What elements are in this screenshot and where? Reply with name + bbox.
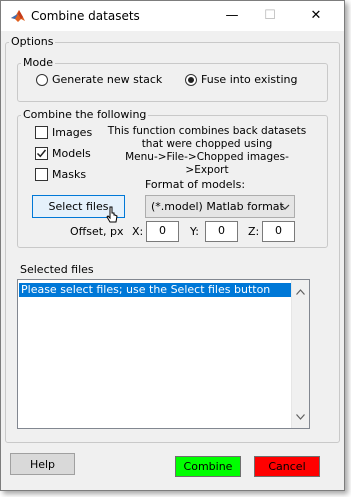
generate-new-stack-label[interactable]: Generate new stack [52, 73, 162, 86]
combine-datasets-window: Combine datasets — ☐ ✕ Options Mode Gene… [0, 0, 345, 491]
help-label: Help [29, 457, 56, 471]
images-checkbox[interactable] [35, 126, 48, 139]
models-checkbox[interactable] [35, 147, 48, 160]
select-files-label: Select files [48, 200, 109, 213]
masks-checkbox[interactable] [35, 168, 48, 181]
y-label: Y: [190, 225, 199, 238]
scroll-down-arrow-icon[interactable] [296, 410, 305, 423]
info-line-2: that were chopped using [141, 138, 273, 150]
cancel-button[interactable]: Cancel [254, 456, 320, 477]
images-label[interactable]: Images [52, 126, 92, 139]
offset-label: Offset, px [70, 225, 124, 238]
combine-label: Combine [183, 460, 233, 473]
selected-files-list[interactable]: Please select files; use the Select file… [17, 279, 310, 429]
maximize-icon: ☐ [264, 8, 276, 23]
combine-info-text: This function combines back datasets tha… [107, 125, 307, 177]
offset-z-input[interactable]: 0 [262, 221, 295, 242]
offset-y-input[interactable]: 0 [205, 221, 238, 242]
format-value: (*.model) Matlab format [151, 200, 284, 213]
generate-new-stack-radio[interactable] [36, 74, 48, 86]
chevron-down-icon [280, 202, 290, 212]
mouse-cursor-icon [106, 206, 120, 226]
vertical-scrollbar[interactable] [291, 280, 309, 428]
models-label[interactable]: Models [52, 147, 91, 160]
offset-x-input[interactable]: 0 [146, 221, 179, 242]
masks-label[interactable]: Masks [52, 168, 86, 181]
checkmark-icon [36, 149, 47, 158]
cancel-label: Cancel [268, 460, 306, 473]
list-item[interactable]: Please select files; use the Select file… [19, 283, 294, 297]
matlab-logo-icon [10, 8, 26, 24]
fuse-into-existing-label[interactable]: Fuse into existing [201, 73, 297, 86]
format-of-models-label: Format of models: [145, 178, 246, 191]
mode-legend: Mode [21, 56, 55, 69]
combine-legend: Combine the following [21, 108, 149, 121]
scroll-up-arrow-icon[interactable] [296, 285, 305, 298]
x-label: X: [132, 225, 144, 238]
title-bar[interactable]: Combine datasets — ☐ ✕ [1, 1, 344, 31]
z-label: Z: [248, 225, 260, 238]
info-line-1: This function combines back datasets [107, 125, 307, 137]
combine-button[interactable]: Combine [175, 456, 241, 477]
help-button[interactable]: Help [10, 453, 75, 475]
window-title: Combine datasets [31, 9, 140, 23]
format-of-models-dropdown[interactable]: (*.model) Matlab format [145, 195, 295, 218]
options-legend: Options [9, 35, 56, 48]
info-line-3: Menu->File->Chopped images->Export [125, 151, 289, 176]
selected-files-label: Selected files [20, 263, 94, 276]
fuse-into-existing-radio[interactable] [185, 74, 197, 86]
close-icon[interactable]: ✕ [301, 5, 331, 27]
minimize-icon[interactable]: — [217, 5, 247, 27]
